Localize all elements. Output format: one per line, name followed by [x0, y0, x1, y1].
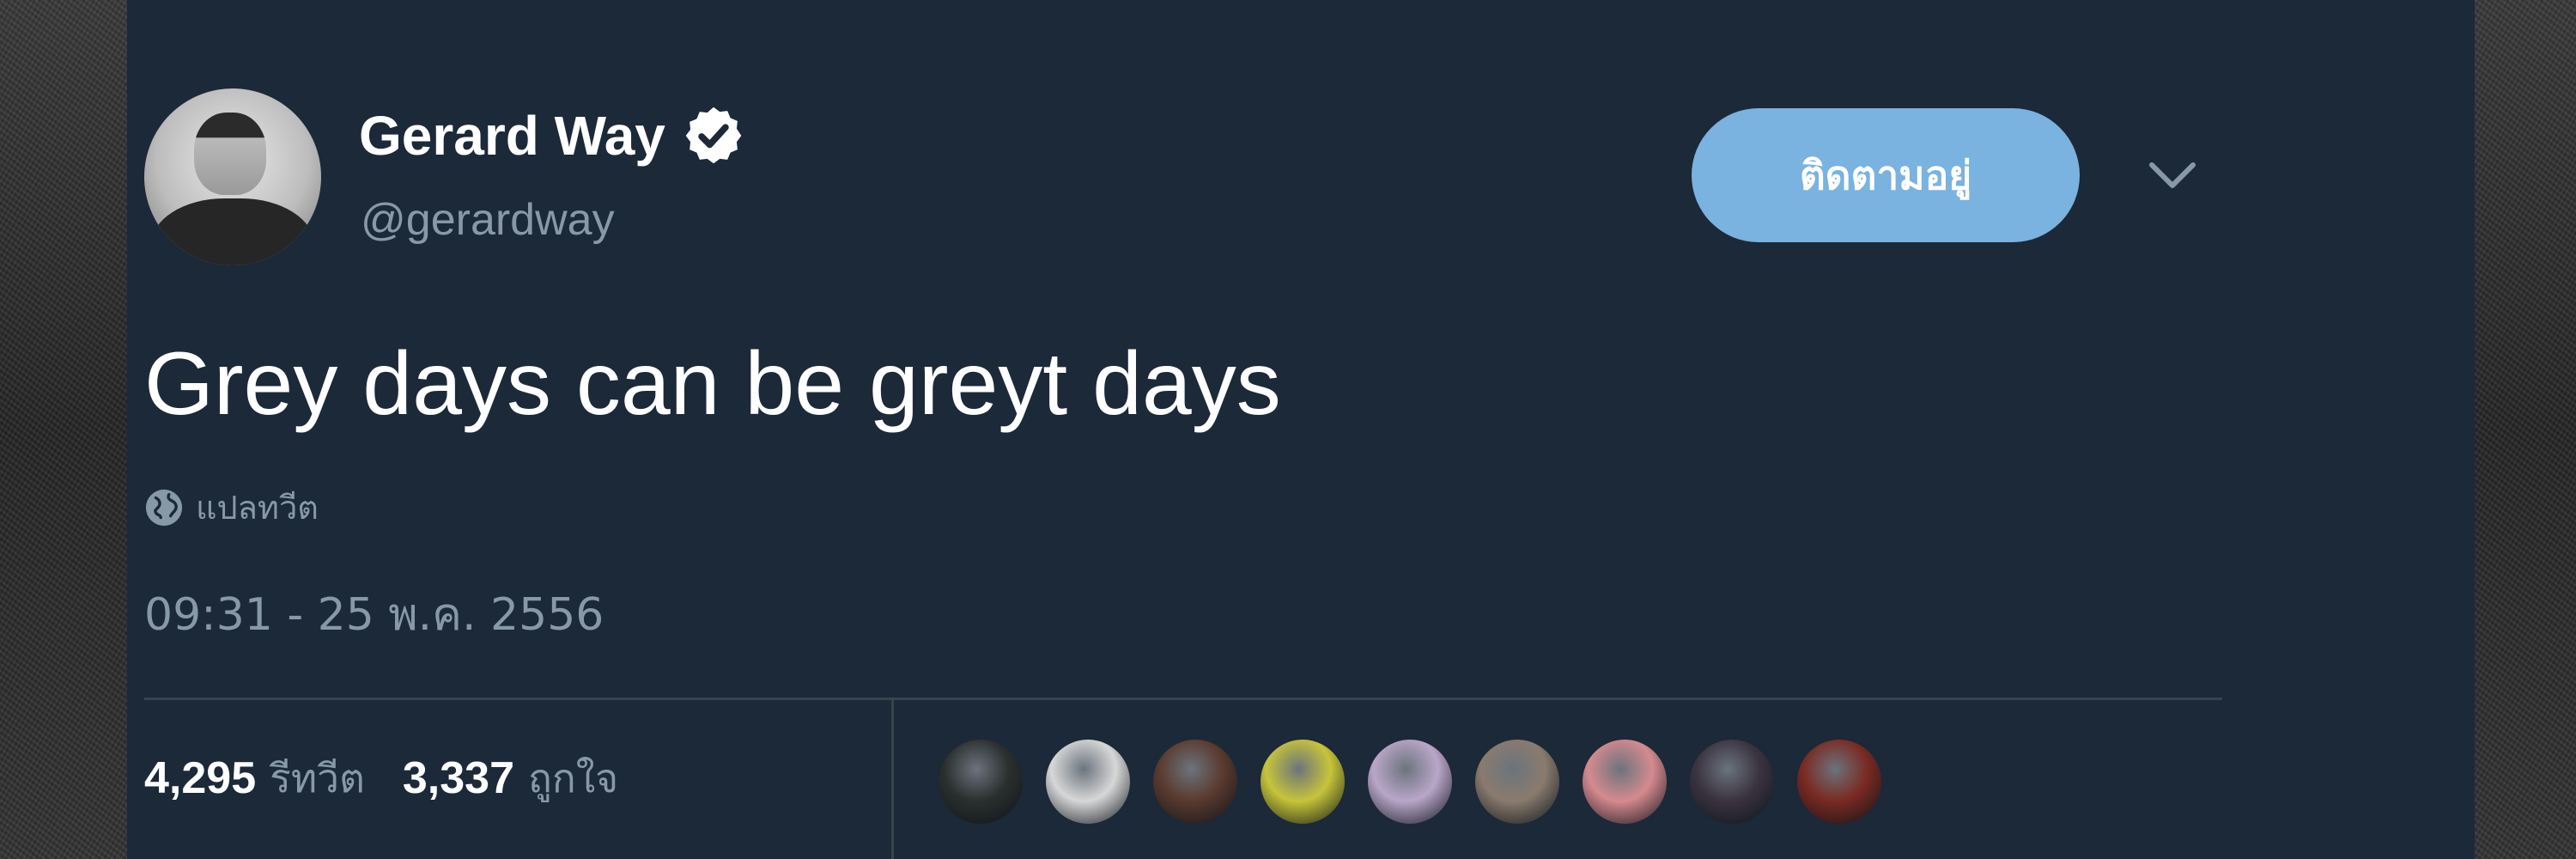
author-display-name[interactable]: Gerard Way [359, 108, 665, 163]
chevron-down-icon[interactable] [2147, 158, 2198, 192]
following-button[interactable]: ติดตามอยู่ [1692, 108, 2080, 242]
like-count[interactable]: 3,337 [403, 756, 514, 801]
avatar-shoulders [151, 198, 314, 265]
translate-label: แปลทวีต [196, 489, 319, 527]
tweet-timestamp[interactable]: 09:31 - 25 พ.ค. 2556 [144, 593, 604, 637]
verified-badge-icon [685, 107, 742, 164]
retweet-label[interactable]: รีทวีต [270, 758, 365, 798]
author-handle[interactable]: @gerardway [361, 198, 615, 242]
background-texture-right [2475, 0, 2576, 859]
author-avatar[interactable] [144, 88, 321, 265]
retweet-count[interactable]: 4,295 [144, 756, 256, 801]
tweet-text: Grey days can be greyt days [144, 334, 1281, 434]
liker-avatar-icon[interactable] [1258, 737, 1347, 826]
liker-avatar-icon[interactable] [1795, 737, 1884, 826]
liker-avatar-icon[interactable] [1151, 737, 1240, 826]
tweet-stats: 4,295 รีทวีต 3,337 ถูกใจ [144, 756, 656, 801]
liker-avatar-icon[interactable] [1687, 737, 1777, 826]
liker-avatars [936, 737, 1902, 826]
globe-icon [145, 489, 183, 526]
liker-avatar-icon[interactable] [1580, 737, 1669, 826]
translate-tweet-link[interactable]: แปลทวีต [144, 481, 319, 533]
background-texture-left [0, 0, 127, 859]
author-name-row: Gerard Way [359, 103, 746, 168]
avatar-face [194, 113, 266, 195]
liker-avatar-icon[interactable] [936, 737, 1025, 826]
stats-top-divider [144, 698, 2222, 700]
liker-avatar-icon[interactable] [1365, 737, 1455, 826]
stats-vertical-divider [891, 700, 894, 859]
like-label[interactable]: ถูกใจ [528, 758, 618, 798]
liker-avatar-icon[interactable] [1043, 737, 1133, 826]
liker-avatar-icon[interactable] [1473, 737, 1562, 826]
